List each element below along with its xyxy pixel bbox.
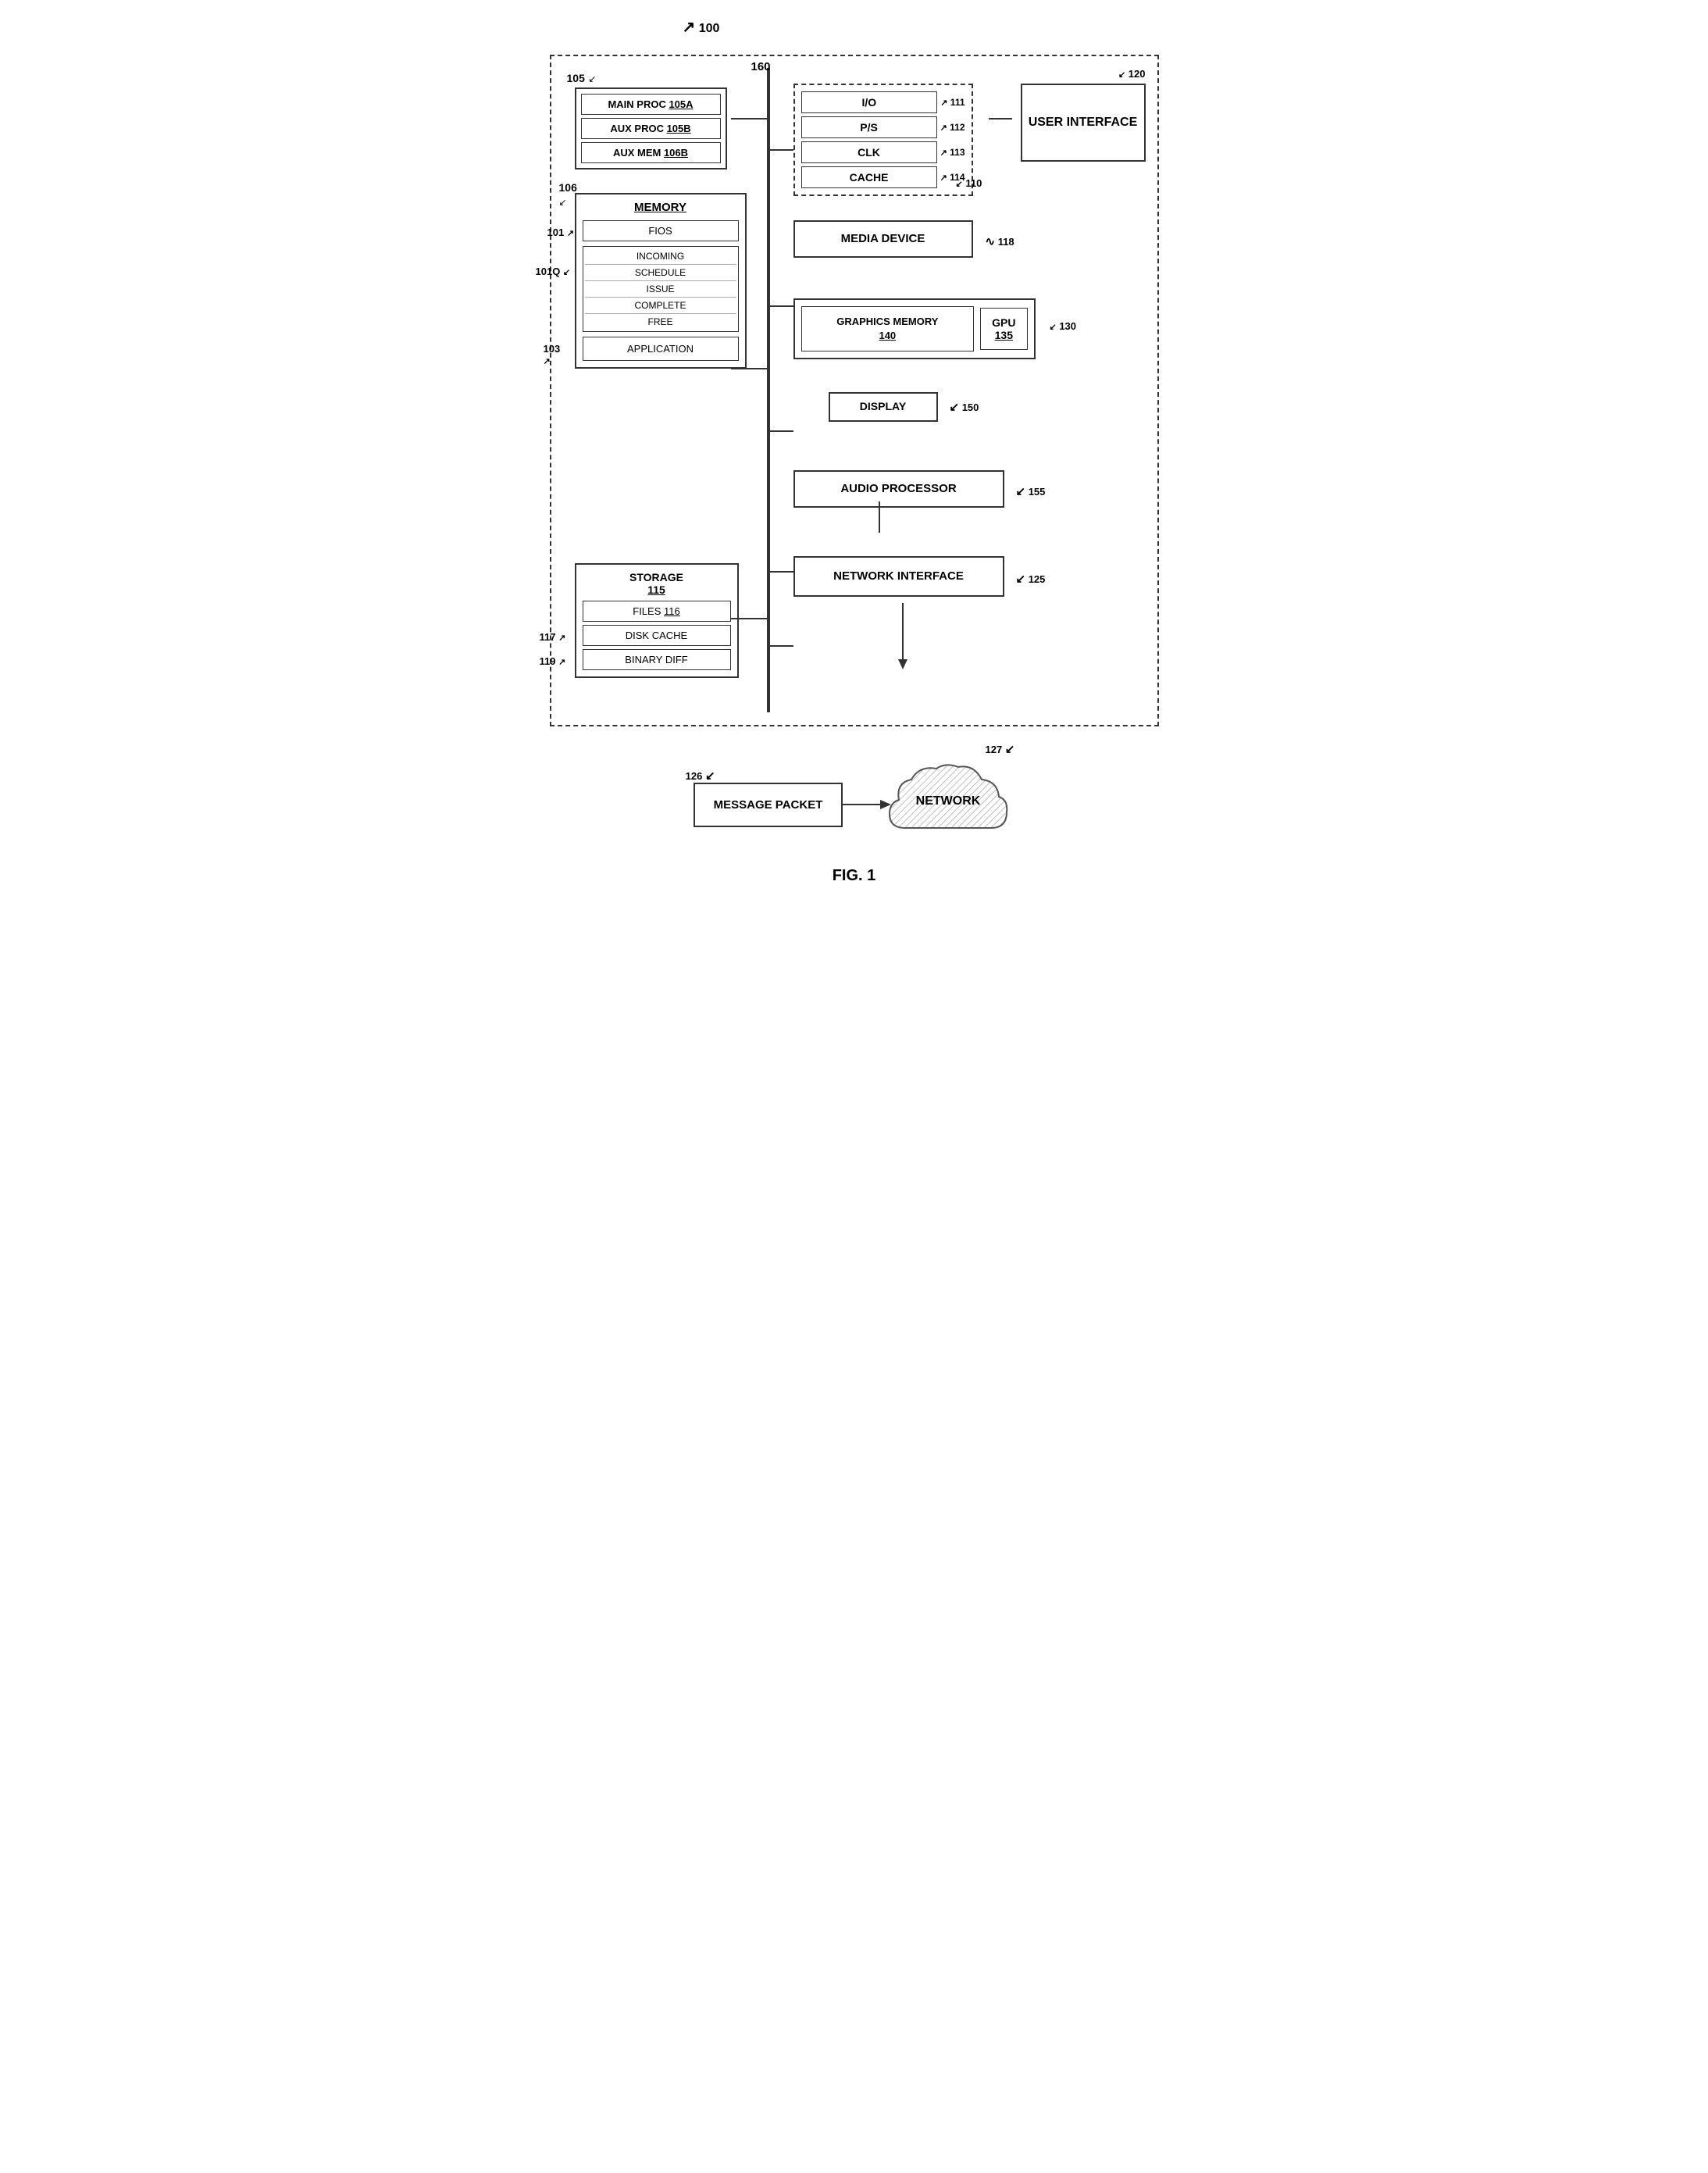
network-interface-block: NETWORK INTERFACE bbox=[793, 556, 1004, 597]
message-packet-block: MESSAGE PACKET bbox=[694, 783, 843, 827]
network-cloud-container: 127 ↙ NETWORK bbox=[882, 758, 1014, 851]
graphics-memory-ref: 140 bbox=[879, 330, 896, 341]
cloud-svg: NETWORK bbox=[882, 758, 1014, 851]
ref-113: ↗ 113 bbox=[940, 147, 965, 158]
clk-item: CLK bbox=[801, 141, 937, 163]
clk-row: CLK ↗ 113 bbox=[801, 141, 965, 163]
files-item: FILES 116 bbox=[583, 601, 731, 622]
ref-160: 160 bbox=[751, 60, 771, 73]
storage-title: STORAGE 115 bbox=[583, 571, 731, 596]
media-device-block: MEDIA DEVICE bbox=[793, 220, 973, 258]
queue-free: FREE bbox=[585, 314, 736, 330]
aux-mem-ref: 106B bbox=[664, 147, 688, 159]
ref-117-label: 117 ↗ bbox=[540, 631, 566, 643]
ref-112: ↗ 112 bbox=[940, 122, 965, 133]
display-label: DISPLAY bbox=[860, 400, 906, 412]
graphics-memory-block: GRAPHICS MEMORY140 bbox=[801, 306, 975, 351]
ref-125-label: ↙ 125 bbox=[1016, 572, 1046, 586]
cache-row: CACHE ↗ 114 bbox=[801, 166, 965, 188]
aux-proc-item: AUX PROC 105B bbox=[581, 118, 721, 139]
application-item: APPLICATION bbox=[583, 337, 739, 361]
ref-103-label: 103↗ bbox=[544, 343, 561, 366]
ref-127-label: 127 ↙ bbox=[985, 742, 1014, 756]
ps-row: P/S ↗ 112 bbox=[801, 116, 965, 138]
io-row: I/O ↗ 111 bbox=[801, 91, 965, 113]
graphics-block: GRAPHICS MEMORY140 GPU135 bbox=[793, 298, 1036, 359]
network-label: NETWORK bbox=[916, 794, 981, 808]
queue-incoming: INCOMING bbox=[585, 248, 736, 265]
io-item: I/O bbox=[801, 91, 938, 113]
ref-130-label: ↙ 130 bbox=[1050, 320, 1077, 332]
processor-group-block: MAIN PROC 105A AUX PROC 105B AUX MEM 106… bbox=[575, 87, 727, 169]
user-interface-label: USER INTERFACE bbox=[1029, 115, 1138, 131]
gpu-block: GPU135 bbox=[980, 308, 1027, 350]
ref-110-label: ↙ 110 bbox=[956, 177, 982, 189]
queue-block: INCOMING SCHEDULE ISSUE COMPLETE FREE bbox=[583, 246, 739, 332]
storage-block: STORAGE 115 FILES 116 117 ↗ DISK CACHE 1… bbox=[575, 563, 739, 678]
aux-mem-item: AUX MEM 106B bbox=[581, 142, 721, 163]
main-diagram-box: 160 105 ↙ MAIN PROC 105A AUX PROC 105B A… bbox=[550, 55, 1159, 726]
ref-126-label: 126 ↙ bbox=[686, 769, 715, 783]
binary-diff-item: BINARY DIFF bbox=[583, 649, 731, 670]
cache-item: CACHE bbox=[801, 166, 937, 188]
arrow-down-network bbox=[895, 603, 911, 681]
ref-150-label: ↙ 150 bbox=[950, 400, 979, 414]
queue-complete: COMPLETE bbox=[585, 298, 736, 314]
display-block: DISPLAY bbox=[829, 392, 938, 422]
ps-item: P/S bbox=[801, 116, 937, 138]
main-proc-ref: 105A bbox=[669, 98, 693, 110]
files-ref: 116 bbox=[664, 605, 680, 617]
storage-ref: 115 bbox=[647, 583, 665, 596]
user-interface-block: USER INTERFACE bbox=[1021, 84, 1146, 162]
fios-item: FIOS bbox=[583, 220, 739, 241]
queue-issue: ISSUE bbox=[585, 281, 736, 298]
main-proc-item: MAIN PROC 105A bbox=[581, 94, 721, 115]
disk-cache-item: DISK CACHE bbox=[583, 625, 731, 646]
message-packet-container: 126 ↙ MESSAGE PACKET bbox=[694, 783, 843, 827]
chip-block: I/O ↗ 111 P/S ↗ 112 CLK ↗ 113 CACHE ↗ 11… bbox=[793, 84, 973, 196]
ref-120-label: ↙ 120 bbox=[1118, 68, 1146, 80]
figure-label: FIG. 1 bbox=[550, 867, 1159, 885]
media-device-label: MEDIA DEVICE bbox=[841, 232, 925, 245]
memory-title: MEMORY bbox=[583, 201, 739, 214]
audio-processor-label: AUDIO PROCESSOR bbox=[840, 482, 956, 495]
ref-155-label: ↙ 155 bbox=[1016, 484, 1046, 498]
aux-proc-ref: 105B bbox=[667, 123, 691, 134]
ref-118-label: ∿ 118 bbox=[986, 234, 1014, 248]
bottom-section: 126 ↙ MESSAGE PACKET 127 ↙ bbox=[550, 734, 1159, 859]
diagram-wrapper: ↗ 100 bbox=[550, 16, 1159, 893]
ref-101q-label: 101Q ↙ bbox=[536, 266, 571, 277]
gpu-ref: 135 bbox=[995, 329, 1013, 341]
ref-119-label: 119 ↗ bbox=[540, 655, 566, 667]
ref-111: ↗ 111 bbox=[940, 97, 965, 108]
queue-schedule: SCHEDULE bbox=[585, 265, 736, 281]
audio-processor-block: AUDIO PROCESSOR bbox=[793, 470, 1004, 508]
ref-105-label: 105 ↙ bbox=[567, 72, 597, 86]
memory-block: MEMORY 101 ↗ FIOS 101Q ↙ INCOMING SCHEDU… bbox=[575, 193, 747, 369]
ref-100: ↗ 100 bbox=[683, 17, 720, 37]
ref-101-label: 101 ↗ bbox=[547, 227, 575, 238]
network-interface-label: NETWORK INTERFACE bbox=[833, 569, 964, 583]
